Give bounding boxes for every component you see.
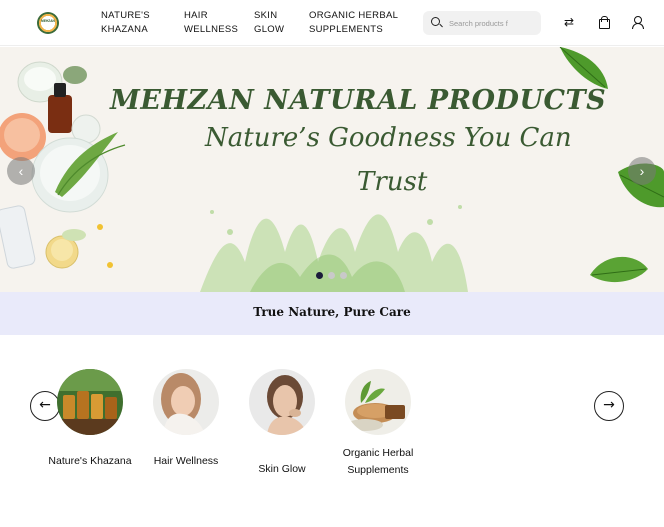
logo-text: MEHZAN bbox=[41, 19, 55, 23]
search-box bbox=[423, 11, 541, 35]
category-next-button[interactable]: → bbox=[594, 391, 624, 421]
slider-dot-1[interactable] bbox=[316, 272, 323, 279]
slider-dot-2[interactable] bbox=[328, 272, 335, 279]
tagline-band: True Nature, Pure Care bbox=[0, 292, 664, 335]
site-header: MEHZAN NATURE'S KHAZANA HAIR WELLNESS SK… bbox=[0, 0, 664, 46]
category-label: Skin Glow bbox=[258, 463, 306, 475]
category-label: Nature's Khazana bbox=[48, 455, 132, 467]
hero-title: MEHZAN NATURAL PRODUCTS bbox=[110, 85, 607, 116]
hero-next-button[interactable]: › bbox=[628, 157, 656, 185]
compare-icon[interactable]: ⇄ bbox=[562, 15, 576, 29]
category-label: Organic Herbal Supplements bbox=[342, 447, 414, 476]
category-image-skin-glow bbox=[249, 369, 315, 435]
search-input[interactable] bbox=[449, 15, 537, 31]
nav-item-skin-glow[interactable]: SKIN GLOW bbox=[254, 9, 294, 37]
hero-subtitle-line1: Nature’s Goodness You Can bbox=[205, 123, 572, 153]
slider-dot-3[interactable] bbox=[340, 272, 347, 279]
category-image-natures-khazana bbox=[57, 369, 123, 435]
category-image-organic-herbal-supplements bbox=[345, 369, 411, 435]
nav-item-organic-herbal-supplements[interactable]: ORGANIC HERBAL SUPPLEMENTS bbox=[309, 9, 409, 37]
brand-logo[interactable]: MEHZAN bbox=[37, 12, 59, 34]
hero-prev-button[interactable]: ‹ bbox=[7, 157, 35, 185]
nav-item-hair-wellness[interactable]: HAIR WELLNESS bbox=[184, 9, 244, 37]
category-image-hair-wellness bbox=[153, 369, 219, 435]
slider-dots bbox=[314, 272, 354, 280]
hero-subtitle-line2: Trust bbox=[357, 167, 428, 197]
category-label: Hair Wellness bbox=[153, 455, 219, 467]
nav-item-natures-khazana[interactable]: NATURE'S KHAZANA bbox=[101, 9, 171, 37]
category-prev-button[interactable]: ← bbox=[30, 391, 60, 421]
user-icon[interactable] bbox=[630, 15, 644, 29]
hero-banner: MEHZAN NATURAL PRODUCTS Nature’s Goodnes… bbox=[0, 47, 664, 292]
hero-illustration bbox=[0, 47, 664, 292]
bag-icon[interactable] bbox=[597, 15, 611, 29]
search-icon[interactable] bbox=[431, 17, 440, 26]
tagline-text: True Nature, Pure Care bbox=[253, 305, 411, 319]
